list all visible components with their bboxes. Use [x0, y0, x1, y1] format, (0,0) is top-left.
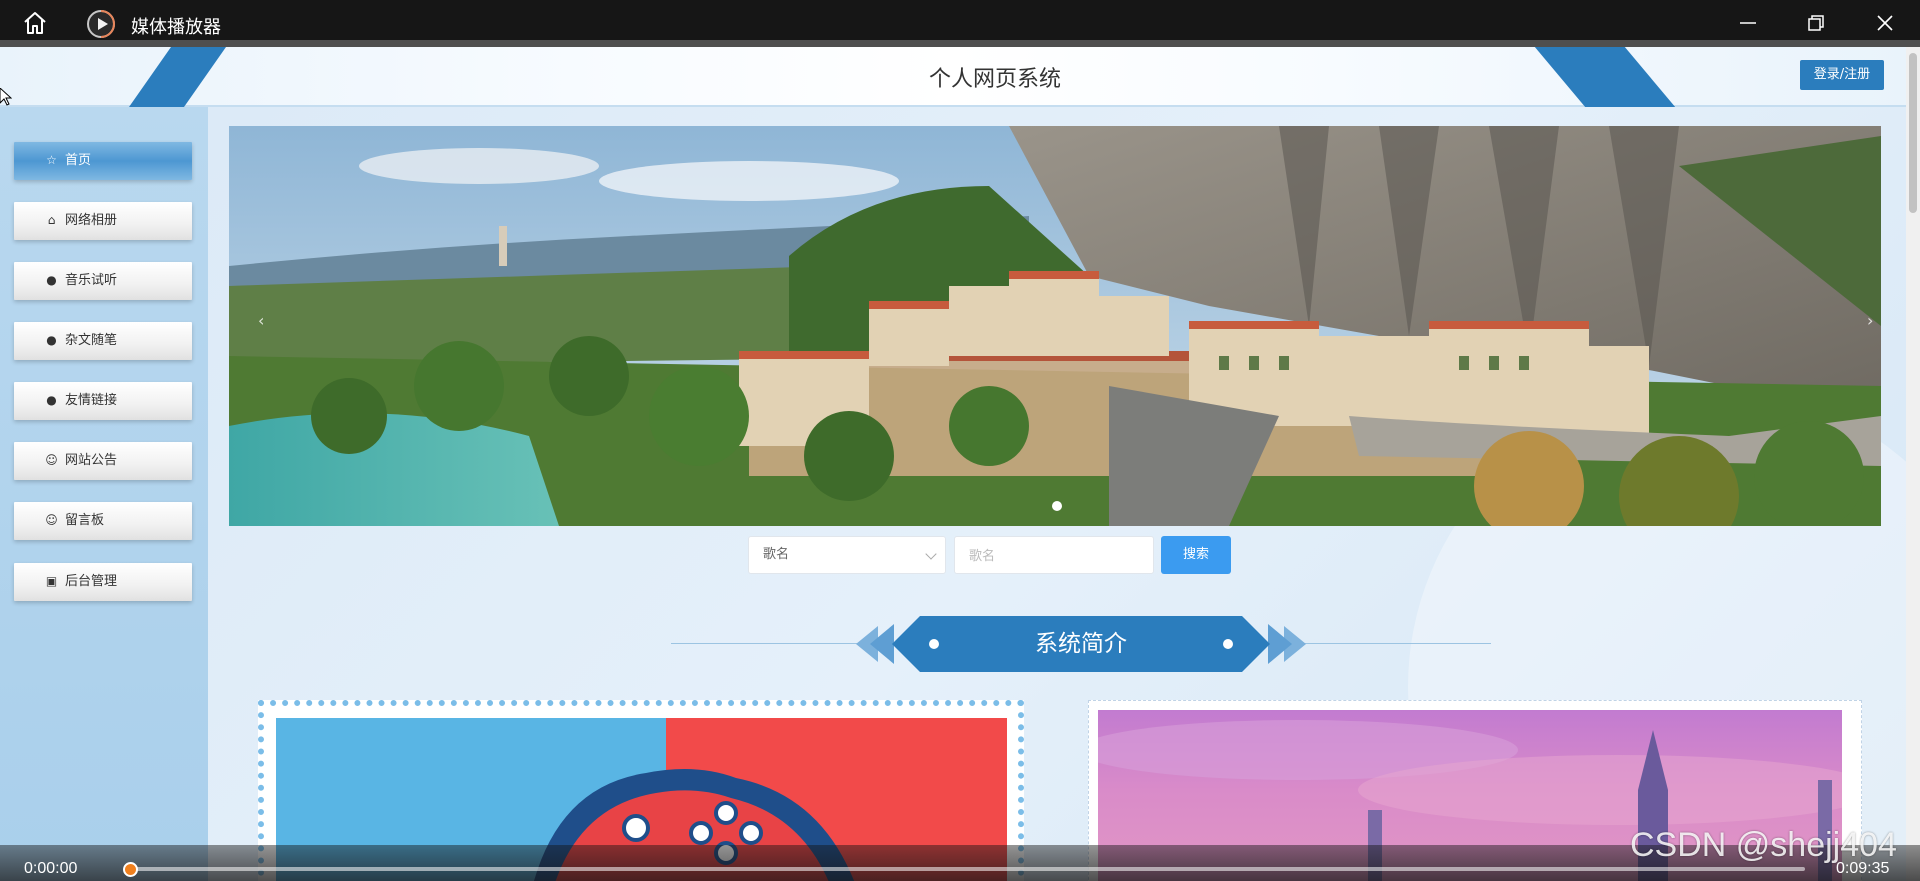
section-banner: 系统简介	[838, 616, 1324, 672]
login-register-button[interactable]: 登录/注册	[1800, 60, 1884, 90]
chevron-down-icon	[925, 548, 937, 560]
carousel-landscape-image	[229, 126, 1881, 526]
watermark-text: CSDN @shejj404	[1630, 826, 1897, 864]
page-scrollbar[interactable]	[1906, 47, 1920, 881]
carousel-indicator-dot[interactable]	[1052, 501, 1062, 511]
sidebar-item-label: 网站公告	[65, 453, 118, 468]
main-content: ‹ › 歌名 搜索 系统简介	[208, 107, 1920, 881]
sidebar-item-essays[interactable]: ● 杂文随笔	[0, 322, 206, 368]
window-divider	[0, 40, 1920, 47]
carousel-prev-arrow[interactable]: ‹	[258, 311, 264, 330]
carousel-next-arrow[interactable]: ›	[1867, 311, 1873, 330]
restore-icon[interactable]	[1805, 12, 1827, 34]
sidebar-item-label: 后台管理	[65, 574, 118, 589]
sidebar-item-label: 留言板	[65, 513, 105, 528]
minimize-icon[interactable]	[1737, 12, 1759, 34]
sidebar-item-label: 首页	[65, 153, 92, 168]
page-header: 个人网页系统 登录/注册	[0, 47, 1906, 107]
sidebar-nav: ☆ 首页 ⌂ 网络相册 ● 音乐试听 ● 杂文随笔 ● 友情链接 ☺ 网站公告 …	[0, 107, 208, 881]
question-icon: ●	[46, 333, 57, 347]
sidebar-item-admin[interactable]: ▣ 后台管理	[0, 563, 206, 609]
sidebar-item-label: 音乐试听	[65, 273, 118, 288]
close-icon[interactable]	[1874, 12, 1896, 34]
seek-bar[interactable]	[130, 867, 1805, 871]
sidebar-item-announcements[interactable]: ☺ 网站公告	[0, 442, 206, 488]
gift-icon: ▣	[45, 574, 58, 588]
media-player-icon	[87, 10, 115, 38]
sidebar-item-music[interactable]: ● 音乐试听	[0, 262, 206, 308]
sidebar-item-links[interactable]: ● 友情链接	[0, 382, 206, 428]
smile-icon: ☺	[45, 513, 58, 527]
home-icon[interactable]	[22, 11, 48, 35]
info-icon: ●	[46, 273, 57, 287]
sidebar-item-guestbook[interactable]: ☺ 留言板	[0, 502, 206, 548]
bag-icon: ⌂	[47, 213, 56, 227]
image-carousel[interactable]: ‹ ›	[229, 126, 1881, 526]
sidebar-item-label: 友情链接	[65, 393, 118, 408]
sidebar-item-album[interactable]: ⌂ 网络相册	[0, 202, 206, 248]
smile-icon: ☺	[45, 453, 58, 467]
current-time: 0:00:00	[24, 860, 78, 877]
star-icon: ☆	[46, 153, 57, 167]
mouse-cursor-icon	[0, 88, 12, 106]
sidebar-item-home[interactable]: ☆ 首页	[0, 142, 206, 188]
search-type-select[interactable]: 歌名	[748, 536, 946, 574]
page-title: 个人网页系统	[928, 67, 1061, 92]
window-title: 媒体播放器	[131, 17, 221, 38]
sidebar-item-label: 杂文随笔	[65, 333, 118, 348]
scrollbar-thumb[interactable]	[1909, 53, 1917, 213]
search-input[interactable]	[954, 536, 1154, 574]
sidebar-item-label: 网络相册	[65, 213, 118, 228]
search-type-value: 歌名	[763, 547, 790, 562]
info-icon: ●	[46, 393, 57, 407]
seek-handle[interactable]	[123, 862, 138, 877]
section-title: 系统简介	[1035, 631, 1127, 657]
web-viewport: 个人网页系统 登录/注册 ☆ 首页 ⌂ 网络相册 ● 音乐试听 ● 杂文随笔 ●…	[0, 47, 1920, 881]
search-button[interactable]: 搜索	[1161, 536, 1231, 574]
